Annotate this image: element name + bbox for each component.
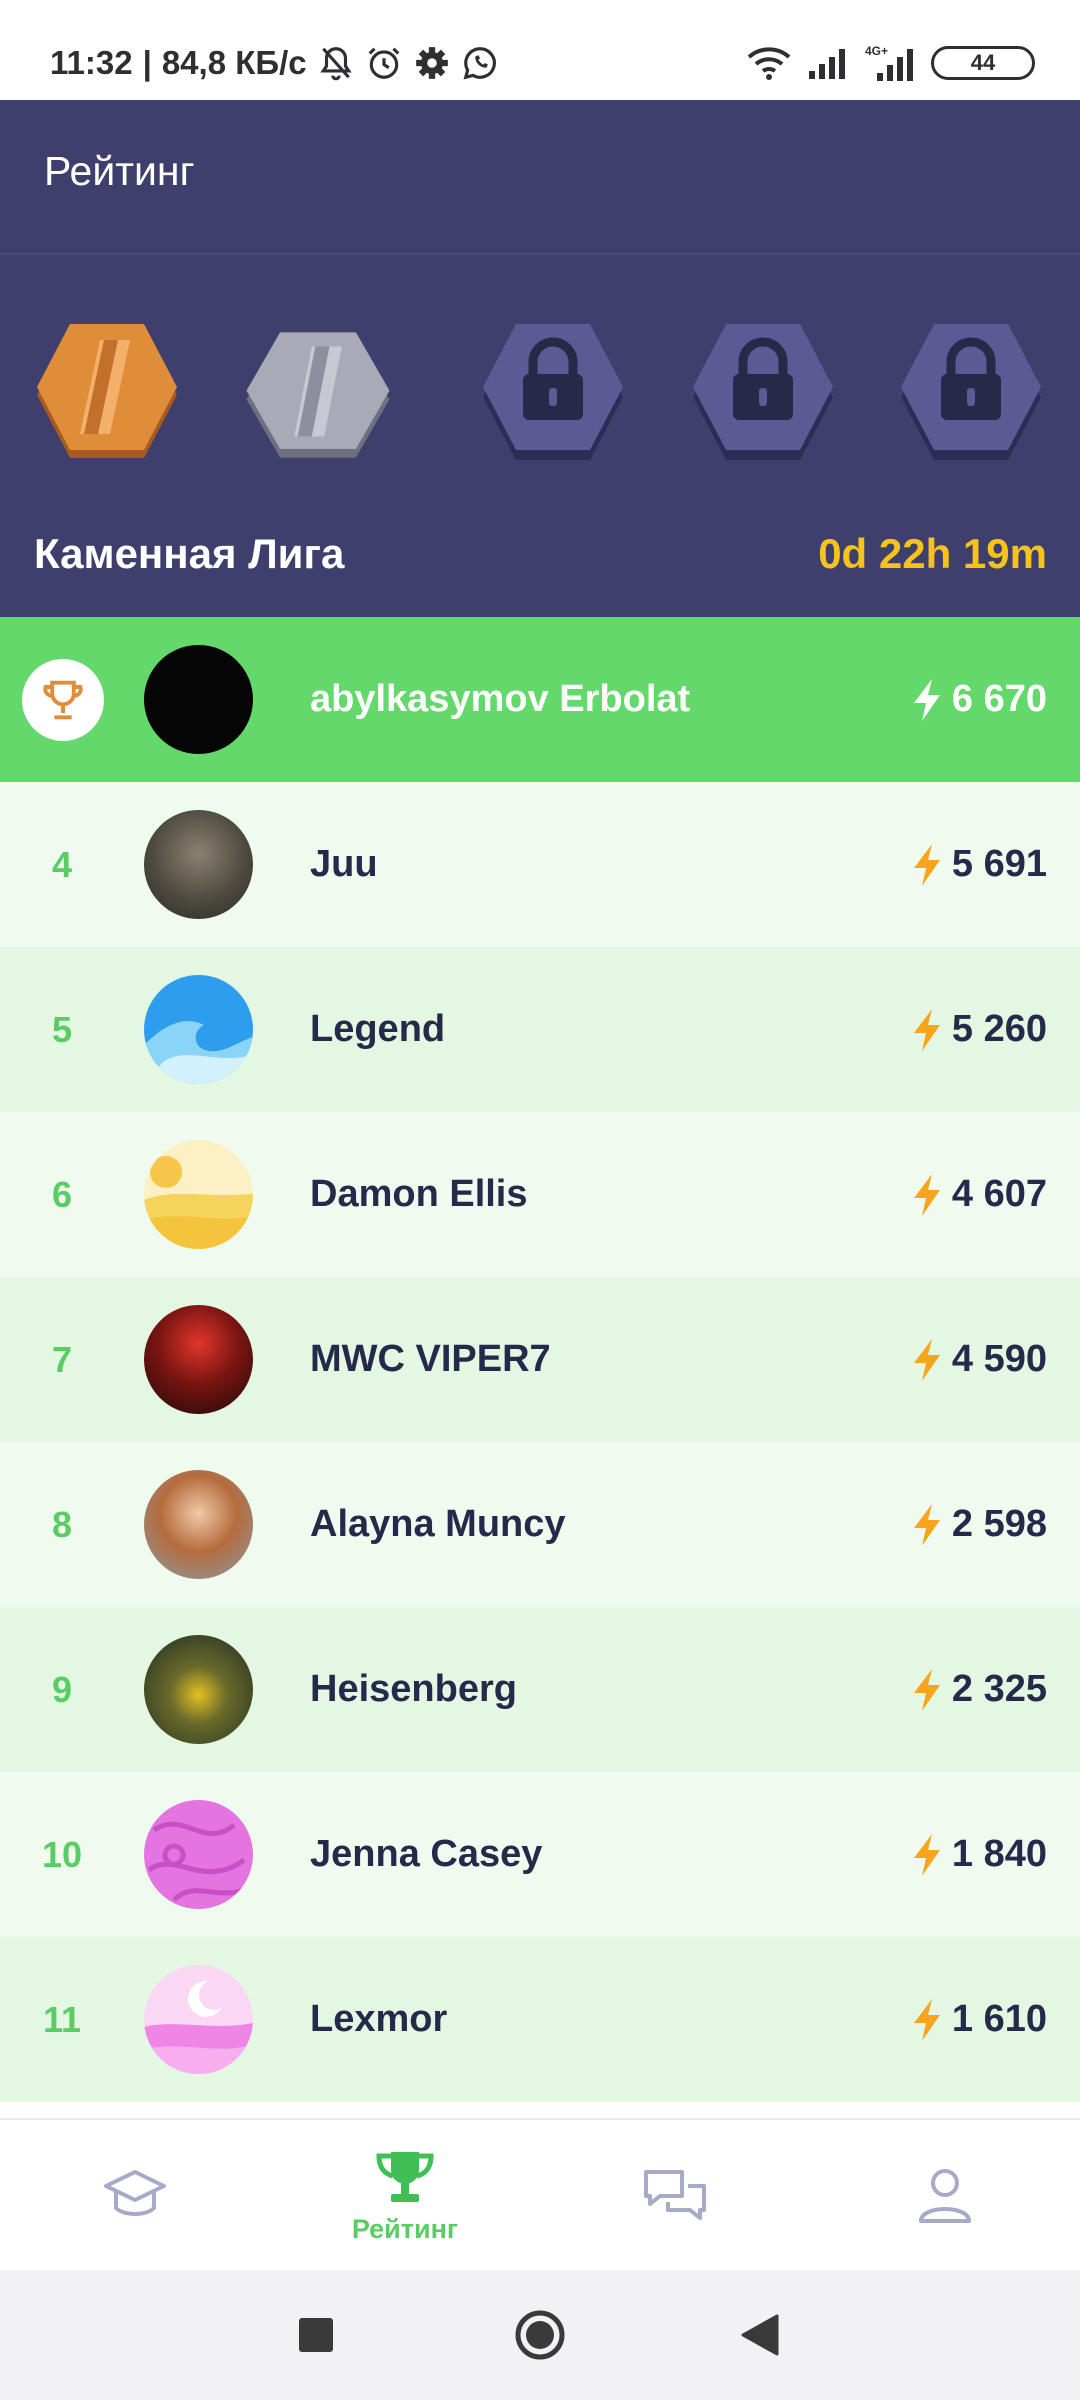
lightning-icon [913, 1998, 940, 2041]
score: 5 691 [910, 782, 1047, 947]
status-bar: 11:32 | 84,8 КБ/с 4G+ 44 [0, 0, 1080, 100]
wifi-icon [747, 47, 791, 80]
tab-chat[interactable] [540, 2120, 810, 2272]
locked-league-icon[interactable] [688, 310, 838, 480]
status-time: 11:32 [50, 44, 133, 81]
table-row[interactable]: 7 MWC VIPER7 4 590 [0, 1277, 1080, 1442]
lightning-icon [913, 1503, 940, 1546]
bottom-tab-bar: Рейтинг [0, 2118, 1080, 2272]
player-name: Juu [310, 843, 378, 885]
player-name: abylkasymov Erbolat [310, 678, 691, 720]
table-row[interactable]: 6 Damon Ellis 4 607 [0, 1112, 1080, 1277]
status-separator: | [142, 44, 152, 81]
trophy-badge [22, 659, 104, 741]
alarm-icon [368, 47, 399, 79]
home-circle-icon [515, 2310, 565, 2360]
tab-profile[interactable] [810, 2120, 1080, 2272]
4g-signal-icon: 4G+ [865, 44, 913, 81]
silver-league-icon[interactable] [243, 310, 393, 480]
table-row[interactable]: 9 Heisenberg 2 325 [0, 1607, 1080, 1772]
header-divider [0, 253, 1080, 255]
lightning-icon [913, 1668, 940, 1711]
wave-image [144, 1021, 253, 1084]
score: 4 590 [910, 1277, 1047, 1442]
player-name: Lexmor [310, 1998, 448, 2040]
battery-indicator: 44 [931, 46, 1035, 80]
lightning-icon [913, 1833, 940, 1876]
tab-learn[interactable] [0, 2120, 270, 2272]
rank: 6 [51, 1173, 73, 1215]
table-row[interactable]: 11 Lexmor 1 610 [0, 1937, 1080, 2102]
locked-league-icon[interactable] [478, 310, 628, 480]
rank: 9 [51, 1668, 73, 1710]
table-row[interactable]: 8 Alayna Muncy 2 598 [0, 1442, 1080, 1607]
desert-image [144, 1156, 253, 1249]
moon-image [144, 1980, 253, 2074]
score: 4 607 [910, 1112, 1047, 1277]
graduation-cap-icon [104, 2170, 166, 2216]
pattern-image [147, 1821, 246, 1902]
avatar [144, 1470, 253, 1579]
player-name: Legend [310, 1008, 446, 1050]
rank: 8 [51, 1503, 73, 1545]
tab-rating-label: Рейтинг [351, 2213, 459, 2244]
league-timer: 0d 22h 19m [818, 530, 1047, 577]
square-icon [299, 2318, 333, 2352]
network-speed: 84,8 КБ/с [161, 44, 307, 81]
recent-apps-button[interactable] [256, 2270, 376, 2400]
trophy-icon [43, 680, 83, 720]
player-name: Heisenberg [310, 1668, 517, 1710]
gear-icon [415, 47, 448, 79]
avatar [144, 975, 253, 1084]
score: 2 598 [910, 1442, 1047, 1607]
score: 1 610 [910, 1937, 1047, 2102]
lightning-icon [913, 1173, 940, 1216]
svg-text:4G+: 4G+ [865, 44, 888, 58]
lightning-icon [913, 1338, 940, 1381]
mute-bell-icon [319, 47, 352, 81]
back-triangle-icon [741, 2314, 779, 2356]
score: 2 325 [910, 1607, 1047, 1772]
rank: 5 [51, 1008, 73, 1050]
avatar [144, 1305, 253, 1414]
score: 1 840 [910, 1772, 1047, 1937]
rank: 7 [51, 1338, 73, 1380]
avatar [144, 1635, 253, 1744]
leaderboard-list[interactable]: abylkasymov Erbolat 6 670 4 Juu 5 691 5 … [0, 617, 1080, 2102]
player-name: Damon Ellis [310, 1173, 528, 1215]
avatar [144, 1965, 253, 2074]
table-row[interactable]: 5 Legend 5 260 [0, 947, 1080, 1112]
bronze-league-icon[interactable] [32, 310, 182, 480]
page-title: Рейтинг [44, 148, 195, 194]
system-nav-bar [0, 2270, 1080, 2400]
table-row[interactable]: 10 Jenna Casey 1 840 [0, 1772, 1080, 1937]
profile-icon [919, 2169, 971, 2223]
lightning-icon [913, 1008, 940, 1051]
avatar [144, 1140, 253, 1249]
locked-league-icon[interactable] [896, 310, 1046, 480]
table-row[interactable]: 4 Juu 5 691 [0, 782, 1080, 947]
home-button[interactable] [480, 2270, 600, 2400]
avatar [144, 645, 253, 754]
current-user-row[interactable]: abylkasymov Erbolat 6 670 [0, 617, 1080, 782]
lightning-icon [913, 843, 940, 886]
avatar [144, 810, 253, 919]
score: 5 260 [910, 947, 1047, 1112]
avatar [144, 1800, 253, 1909]
rank: 10 [41, 1833, 83, 1875]
trophy-icon [376, 2151, 434, 2202]
rank: 11 [42, 1998, 82, 2040]
player-name: MWC VIPER7 [310, 1338, 551, 1380]
chat-bubbles-icon [644, 2170, 706, 2220]
score: 6 670 [910, 617, 1047, 782]
rank: 4 [51, 843, 73, 885]
lightning-icon [913, 678, 940, 721]
back-button[interactable] [700, 2270, 820, 2400]
player-name: Alayna Muncy [310, 1503, 566, 1545]
player-name: Jenna Casey [310, 1833, 543, 1875]
tab-rating[interactable]: Рейтинг [270, 2120, 540, 2272]
signal-icon [809, 49, 845, 79]
whatsapp-icon [463, 47, 496, 80]
league-name: Каменная Лига [34, 530, 345, 577]
